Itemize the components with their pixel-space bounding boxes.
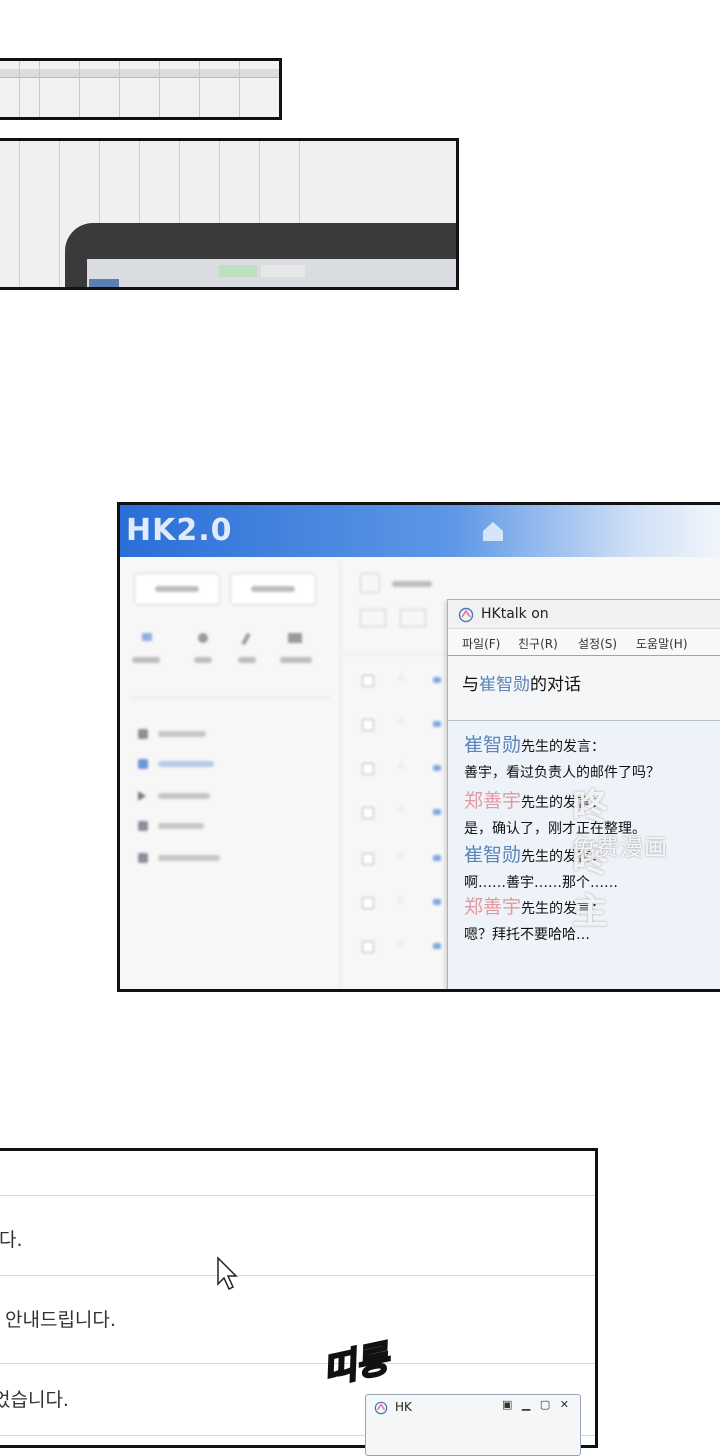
row-star-icon[interactable]: ☆ [396,715,406,728]
ceiling-stripe [79,61,80,117]
pen-icon[interactable] [241,632,251,646]
row-star-icon[interactable]: ☆ [396,759,406,772]
self-mail-button[interactable] [230,573,316,605]
message-text: 善宇，看过负责人的邮件了吗？ [464,765,660,781]
hktalk-titlebar[interactable]: HKtalk on [448,600,720,629]
hktalk-popup-window[interactable]: HK ▣ ▁ ▢ ✕ [365,1394,581,1456]
ceiling-stripe [159,61,160,117]
menu-help[interactable]: 도움말(H) [636,635,688,652]
row-divider [0,1275,595,1276]
row-divider [0,1363,595,1364]
ceiling-stripe [199,61,200,117]
ceiling-stripe [239,61,240,117]
compose-button[interactable] [134,573,220,605]
select-all-checkbox[interactable] [360,573,380,593]
row-star-icon[interactable]: ☆ [396,893,406,906]
app-header: HK2.0 [120,505,720,557]
hktalk-title: HKtalk on [481,606,549,622]
hktalk-menubar: 파일(F) 친구(R) 설정(S) 도움말(H) [448,629,720,656]
inbox-icon[interactable] [142,633,152,641]
ceiling-stripe [119,61,120,117]
row-checkbox[interactable] [362,763,374,775]
menu-file[interactable]: 파일(F) [462,635,500,652]
conversation-prefix: 与 [462,675,479,695]
ceiling-ledge [0,69,279,78]
row-checkbox[interactable] [362,807,374,819]
menu-settings[interactable]: 설정(S) [578,635,617,652]
star-icon[interactable] [198,633,208,643]
window-controls[interactable]: ▣ ▁ ▢ ✕ [502,1398,572,1411]
panel-office-monitor [0,138,459,290]
row-checkbox[interactable] [362,675,374,687]
row-star-icon[interactable]: ☆ [396,937,406,950]
conversation-name: 崔智勋 [479,675,530,695]
mouse-cursor-icon [217,1256,238,1291]
speaker-name: 郑善宇 [464,790,522,812]
menu-friends[interactable]: 친구(R) [518,635,558,652]
row-star-icon[interactable]: ☆ [396,803,406,816]
conversation-suffix: 的对话 [530,675,581,695]
conversation-title: 与崔智勋的对话 [462,670,581,695]
speaker-said: 先生的发言： [521,739,606,755]
ceiling-stripe [39,61,40,117]
row-star-icon[interactable]: ☆ [396,849,406,862]
message-header: 崔智勋先生的发言： [464,730,605,757]
wall-line [19,141,20,287]
speaker-name: 郑善宇 [464,896,522,918]
row-checkbox[interactable] [362,897,374,909]
ceiling-stripe [19,61,20,117]
hktalk-logo-icon [374,1401,388,1415]
panel-hk-app: HK2.0 ☆ ☆ ☆ ☆ ☆ ☆ ☆ HKtalk on 파일(F) 친구(R… [117,502,720,992]
toolbar-button[interactable] [360,609,386,627]
speaker-name: 崔智勋 [464,734,522,756]
row-divider [0,1195,595,1196]
home-icon [483,522,503,541]
watermark-text: 免费漫画 [572,835,668,861]
app-title: HK2.0 [126,513,233,548]
hktalk-logo-icon [458,607,474,623]
card-icon[interactable] [288,633,302,643]
wall-line [59,141,60,287]
toolbar-button[interactable] [400,609,426,627]
screen-tab [261,265,305,277]
mail-row-subject[interactable]: 안내드립니다. [5,1305,116,1332]
screen-tab-active [219,265,257,277]
row-checkbox[interactable] [362,719,374,731]
popup-title: HK [395,1400,412,1414]
mail-row-subject[interactable]: 다. [0,1225,23,1252]
mail-row-subject[interactable]: 었습니다. [0,1385,69,1412]
screen-button [89,279,119,287]
row-checkbox[interactable] [362,941,374,953]
speaker-name: 崔智勋 [464,844,522,866]
panel-top-ceiling [0,58,282,120]
row-star-icon[interactable]: ☆ [396,671,406,684]
row-checkbox[interactable] [362,853,374,865]
